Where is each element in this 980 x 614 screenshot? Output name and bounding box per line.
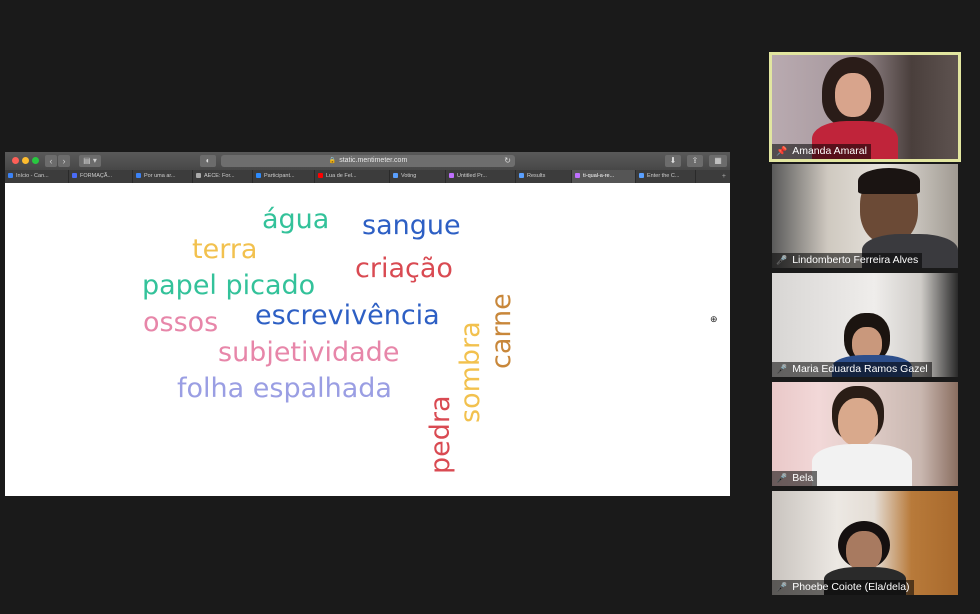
browser-tab[interactable]: Results (516, 170, 572, 183)
participant-name-label: 🎤 Lindomberto Ferreira Alves (772, 253, 923, 268)
word-cloud-word: água (262, 204, 330, 235)
tab-label: Voting (401, 173, 417, 179)
tab-label: AECE: For... (204, 173, 235, 179)
participant-name-label: 📌 Amanda Amaral (772, 144, 871, 159)
pin-icon: 📌 (776, 146, 788, 156)
tab-favicon-icon (72, 173, 77, 179)
tab-label: Results (527, 173, 546, 179)
browser-tab-bar: Início - Can... FORMAÇÃ... Por uma ar... AE… (5, 170, 730, 183)
tab-label: Enter the C... (647, 173, 680, 179)
browser-tab[interactable]: Participant... (253, 170, 315, 183)
word-cloud-word: sangue (362, 210, 461, 241)
browser-tab[interactable]: Untitled Pr... (446, 170, 516, 183)
lock-icon: 🔒 (328, 158, 337, 164)
word-cloud-word: terra (192, 234, 258, 265)
close-window-button[interactable] (12, 157, 19, 164)
tab-favicon-icon (639, 173, 644, 179)
tab-favicon-icon (393, 173, 398, 179)
tab-favicon-icon (449, 173, 454, 179)
tab-overview-icon[interactable]: ▦ (709, 155, 727, 167)
browser-tab[interactable]: Voting (390, 170, 446, 183)
browser-tab[interactable]: Lua de Fel... (315, 170, 390, 183)
word-cloud-word: escrevivência (255, 300, 440, 331)
browser-tab[interactable]: Por uma ar... (133, 170, 193, 183)
tab-label: FORMAÇÃ... (80, 173, 113, 179)
address-bar[interactable]: 🔒 static.mentimeter.com ↻ (221, 155, 515, 167)
word-cloud-word: carne (486, 293, 517, 369)
new-tab-button[interactable]: + (696, 170, 730, 183)
browser-tab[interactable]: FORMAÇÃ... (69, 170, 133, 183)
browser-tab[interactable]: Enter the C... (636, 170, 696, 183)
tab-favicon-icon (575, 173, 580, 179)
participant-name-label: 🎤 Bela (772, 471, 818, 486)
word-cloud-word: papel picado (142, 270, 316, 301)
participant-tile[interactable]: 🎤 Bela (772, 382, 958, 486)
back-button[interactable]: ‹ (45, 155, 57, 167)
download-icon[interactable]: ⬇ (665, 155, 681, 167)
tab-label: Lua de Fel... (326, 173, 357, 179)
sidebar-toggle-button[interactable]: ▤ ▾ (79, 155, 101, 167)
browser-tab[interactable]: AECE: For... (193, 170, 253, 183)
tab-label: Por uma ar... (144, 173, 176, 179)
participant-name-label: 🎤 Phoebe Coiote (Ela/dela) (772, 580, 914, 595)
browser-tab[interactable]: Início - Can... (5, 170, 69, 183)
mic-muted-icon: 🎤 (776, 364, 788, 374)
word-cloud-word: sombra (455, 321, 486, 423)
tab-favicon-icon (519, 173, 524, 179)
shared-screen-browser: ‹ › ▤ ▾ ◐ 🔒 static.mentimeter.com ↻ ⬇ ⇪ ▦… (5, 152, 730, 496)
word-cloud-word: subjetividade (218, 337, 400, 368)
tab-favicon-icon (8, 173, 13, 179)
tab-label: Início - Can... (16, 173, 49, 179)
word-cloud-word: pedra (425, 395, 456, 474)
url-text: static.mentimeter.com (339, 157, 408, 164)
tab-favicon-icon (196, 173, 201, 179)
browser-tab[interactable]: ti-qual-a-re... (572, 170, 636, 183)
word-cloud-word: ossos (143, 307, 219, 338)
tab-label: Untitled Pr... (457, 173, 487, 179)
reload-icon[interactable]: ↻ (504, 155, 511, 167)
tab-label: ti-qual-a-re... (583, 173, 615, 179)
participant-tile[interactable]: 🎤 Phoebe Coiote (Ela/dela) (772, 491, 958, 595)
mic-muted-icon: 🎤 (776, 255, 788, 265)
share-icon[interactable]: ⇪ (687, 155, 703, 167)
word-cloud-word: folha espalhada (177, 373, 392, 404)
participant-tile[interactable]: 🎤 Lindomberto Ferreira Alves (772, 164, 958, 268)
tab-label: Participant... (264, 173, 295, 179)
tab-favicon-icon (318, 173, 323, 179)
browser-titlebar: ‹ › ▤ ▾ ◐ 🔒 static.mentimeter.com ↻ ⬇ ⇪ ▦ (5, 152, 730, 170)
mentimeter-word-cloud: água sangue terra criação papel picado o… (5, 183, 730, 496)
maximize-window-button[interactable] (32, 157, 39, 164)
mic-muted-icon: 🎤 (776, 473, 788, 483)
participant-tile[interactable]: 🎤 Maria Eduarda Ramos Gazel (772, 273, 958, 377)
participant-name-label: 🎤 Maria Eduarda Ramos Gazel (772, 362, 932, 377)
privacy-shield-icon[interactable]: ◐ (200, 155, 216, 167)
tab-favicon-icon (256, 173, 261, 179)
word-cloud-word: criação (355, 253, 453, 284)
minimize-window-button[interactable] (22, 157, 29, 164)
forward-button[interactable]: › (58, 155, 70, 167)
mic-muted-icon: 🎤 (776, 582, 788, 592)
tab-favicon-icon (136, 173, 141, 179)
participant-tile[interactable]: 📌 Amanda Amaral (769, 52, 961, 162)
zoom-icon[interactable]: ⊕ (710, 314, 718, 325)
